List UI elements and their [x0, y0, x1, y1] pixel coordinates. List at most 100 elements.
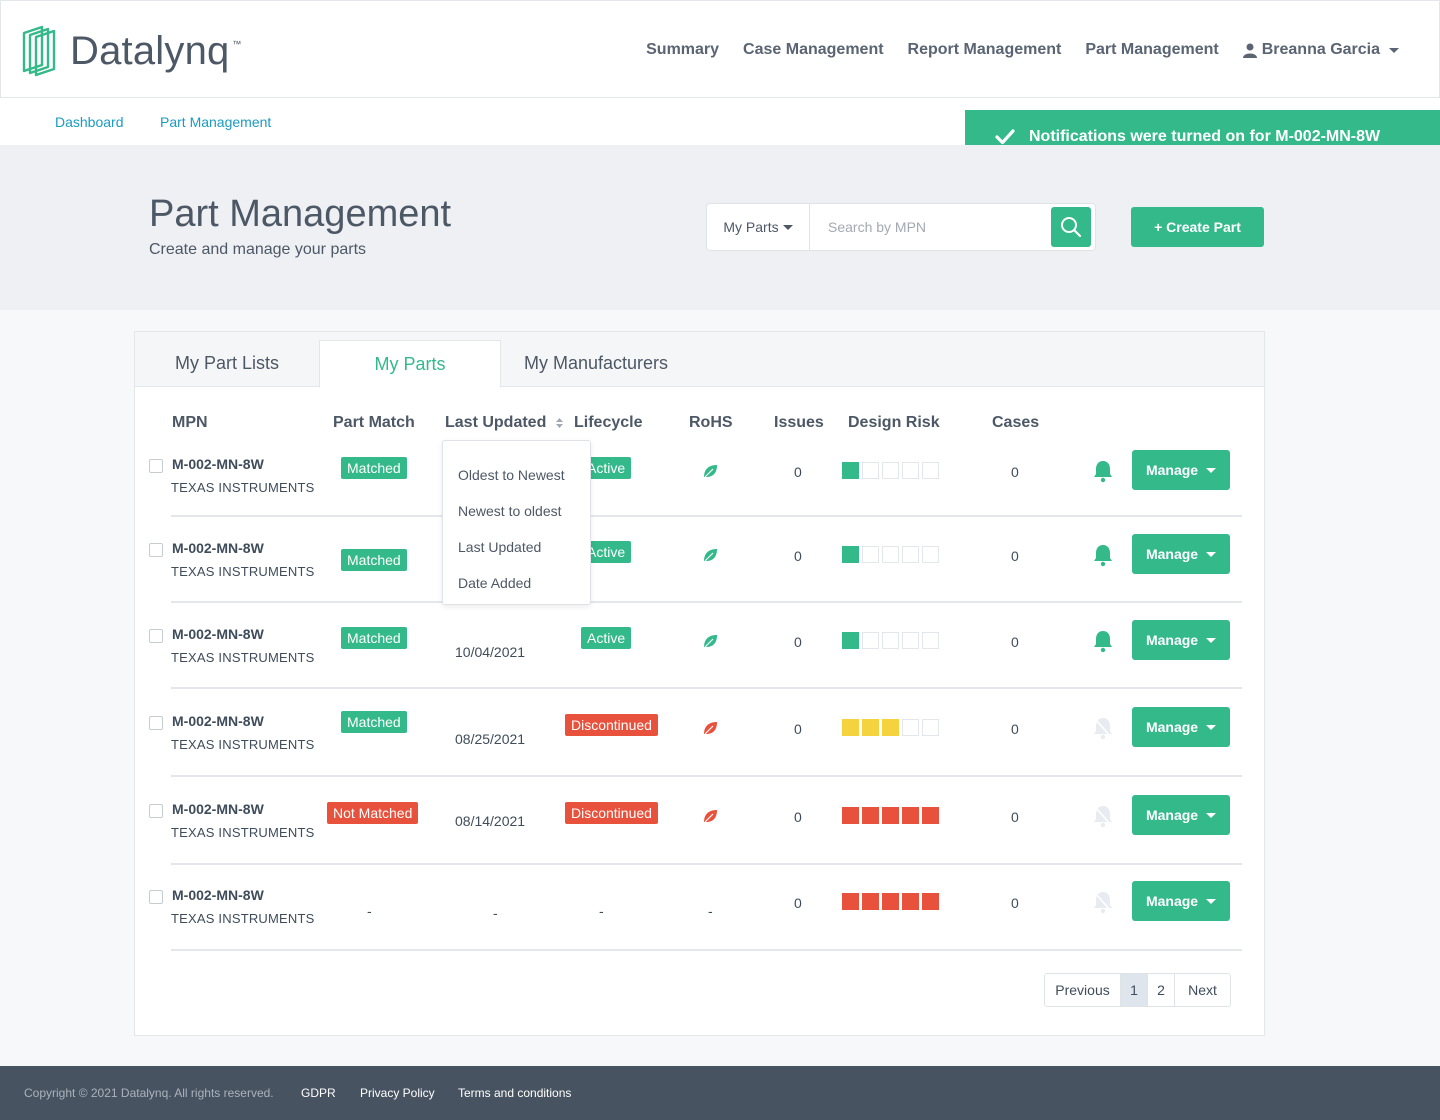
page-subtitle: Create and manage your parts: [149, 241, 367, 258]
pagination-page-1[interactable]: 1: [1121, 974, 1148, 1006]
lifecycle-badge: Discontinued: [565, 802, 658, 824]
part-mpn[interactable]: M-002-MN-8W: [172, 801, 264, 817]
notification-bell-off-icon[interactable]: [1092, 890, 1114, 919]
column-header-mpn[interactable]: MPN: [172, 414, 208, 432]
cases-count: 0: [1011, 634, 1019, 650]
user-menu[interactable]: Breanna Garcia: [1242, 41, 1399, 59]
risk-segment: [862, 546, 879, 563]
column-header-design-risk[interactable]: Design Risk: [848, 414, 940, 432]
breadcrumb-dashboard[interactable]: Dashboard: [55, 114, 124, 130]
design-risk-meter: [842, 546, 939, 563]
row-checkbox[interactable]: [149, 543, 163, 557]
main-nav: Summary Case Management Report Managemen…: [646, 41, 1399, 59]
nav-summary[interactable]: Summary: [646, 41, 719, 59]
row-checkbox[interactable]: [149, 804, 163, 818]
pagination-page-2[interactable]: 2: [1148, 974, 1175, 1006]
part-match-badge: Matched: [341, 627, 407, 649]
search-input[interactable]: [810, 219, 1051, 235]
risk-segment: [902, 893, 919, 910]
manage-button[interactable]: Manage: [1132, 707, 1230, 747]
notification-bell-icon[interactable]: [1092, 459, 1114, 488]
notification-bell-icon[interactable]: [1092, 543, 1114, 572]
footer-copyright: Copyright © 2021 Datalynq. All rights re…: [24, 1086, 274, 1100]
tab-my-parts[interactable]: My Parts: [319, 340, 501, 388]
breadcrumb-part-management[interactable]: Part Management: [160, 114, 271, 130]
manage-label: Manage: [1145, 546, 1199, 562]
nav-report-management[interactable]: Report Management: [908, 41, 1062, 59]
column-header-last-updated[interactable]: Last Updated: [445, 414, 564, 432]
lifecycle-badge: Active: [581, 627, 632, 649]
column-header-lifecycle[interactable]: Lifecycle: [574, 414, 642, 432]
cases-count: 0: [1011, 464, 1019, 480]
user-name: Breanna Garcia: [1261, 41, 1380, 58]
footer-link-gdpr[interactable]: GDPR: [301, 1086, 336, 1100]
chevron-down-icon: [1389, 47, 1399, 53]
last-updated-date: 08/25/2021: [455, 731, 526, 747]
manage-label: Manage: [1145, 462, 1199, 478]
part-mpn[interactable]: M-002-MN-8W: [172, 626, 264, 642]
nav-part-management[interactable]: Part Management: [1085, 41, 1218, 59]
nav-case-management[interactable]: Case Management: [743, 41, 884, 59]
part-mpn[interactable]: M-002-MN-8W: [172, 456, 264, 472]
risk-segment: [882, 632, 899, 649]
risk-segment: [902, 546, 919, 563]
risk-segment: [902, 719, 919, 736]
sort-option-oldest-to-newest[interactable]: Oldest to Newest: [458, 467, 565, 483]
search-scope-label: My Parts: [723, 219, 779, 235]
manage-button[interactable]: Manage: [1132, 450, 1230, 490]
footer-link-terms[interactable]: Terms and conditions: [458, 1086, 571, 1100]
parts-card: My Part Lists My Parts My Manufacturers …: [134, 331, 1265, 1036]
tab-my-part-lists[interactable]: My Part Lists: [135, 340, 319, 387]
part-mpn[interactable]: M-002-MN-8W: [172, 887, 264, 903]
rohs-value: -: [708, 903, 713, 919]
row-checkbox[interactable]: [149, 629, 163, 643]
tab-my-manufacturers[interactable]: My Manufacturers: [501, 340, 691, 387]
part-match-badge: Matched: [341, 549, 407, 571]
manage-button[interactable]: Manage: [1132, 795, 1230, 835]
manage-button[interactable]: Manage: [1132, 534, 1230, 574]
manage-button[interactable]: Manage: [1132, 620, 1230, 660]
cases-count: 0: [1011, 895, 1019, 911]
column-header-part-match[interactable]: Part Match: [333, 414, 415, 432]
column-header-issues[interactable]: Issues: [774, 414, 824, 432]
row-checkbox[interactable]: [149, 716, 163, 730]
risk-segment: [902, 807, 919, 824]
notification-bell-off-icon[interactable]: [1092, 804, 1114, 833]
footer-link-privacy-policy[interactable]: Privacy Policy: [360, 1086, 435, 1100]
lifecycle-value: -: [599, 903, 604, 919]
pagination: Previous 1 2 Next: [1044, 973, 1231, 1007]
column-header-rohs[interactable]: RoHS: [689, 414, 733, 432]
part-mpn[interactable]: M-002-MN-8W: [172, 540, 264, 556]
chevron-down-icon: [1206, 637, 1217, 643]
search-bar: My Parts: [706, 203, 1096, 251]
search-scope-select[interactable]: My Parts: [707, 204, 810, 250]
issues-count: 0: [794, 809, 802, 825]
row-divider: [171, 515, 1242, 517]
column-header-cases[interactable]: Cases: [992, 414, 1039, 432]
pagination-next[interactable]: Next: [1175, 974, 1230, 1006]
manage-label: Manage: [1145, 893, 1199, 909]
last-updated-label: Last Updated: [445, 414, 547, 431]
risk-segment: [922, 546, 939, 563]
notification-bell-icon[interactable]: [1092, 629, 1114, 658]
issues-count: 0: [794, 895, 802, 911]
create-part-button[interactable]: + Create Part: [1131, 207, 1264, 247]
sort-option-date-added[interactable]: Date Added: [458, 575, 531, 591]
cases-count: 0: [1011, 809, 1019, 825]
sort-icon: [555, 417, 563, 428]
row-checkbox[interactable]: [149, 459, 163, 473]
design-risk-meter: [842, 719, 939, 736]
part-mpn[interactable]: M-002-MN-8W: [172, 713, 264, 729]
sort-option-newest-to-oldest[interactable]: Newest to oldest: [458, 503, 562, 519]
datalynq-logo[interactable]: Datalynq ™: [20, 25, 241, 77]
search-button[interactable]: [1051, 207, 1091, 247]
risk-segment: [842, 546, 859, 563]
search-icon: [1061, 217, 1082, 238]
sort-option-last-updated[interactable]: Last Updated: [458, 539, 541, 555]
manage-button[interactable]: Manage: [1132, 881, 1230, 921]
check-icon: [995, 128, 1015, 144]
row-checkbox[interactable]: [149, 890, 163, 904]
notification-bell-off-icon[interactable]: [1092, 716, 1114, 745]
risk-segment: [922, 807, 939, 824]
pagination-previous[interactable]: Previous: [1045, 974, 1121, 1006]
